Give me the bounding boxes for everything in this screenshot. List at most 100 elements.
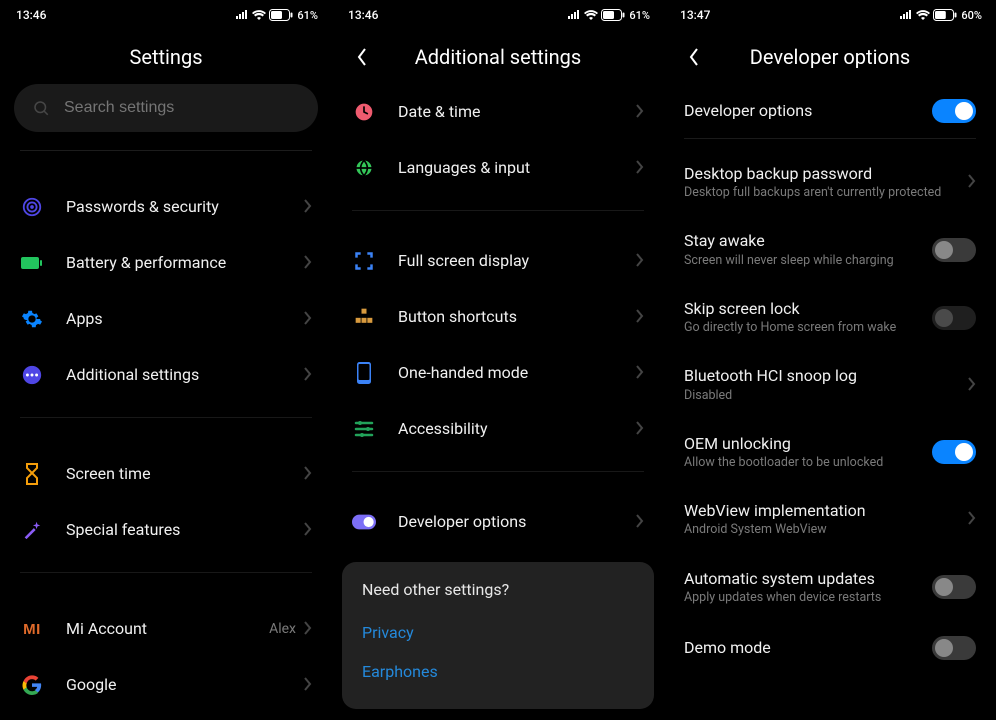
status-battery: 61% [629, 9, 650, 22]
page-title: Additional settings [332, 45, 664, 69]
toggle-skip-lock [932, 306, 976, 330]
chevron-right-icon [968, 376, 976, 395]
row-subtitle: Desktop full backups aren't currently pr… [684, 185, 968, 201]
settings-row-battery[interactable]: Battery & performance [0, 235, 332, 291]
dev-row-demo[interactable]: Demo mode [664, 621, 996, 675]
card-link-privacy[interactable]: Privacy [362, 613, 634, 652]
toggle-icon [352, 510, 376, 534]
card-link-earphones[interactable]: Earphones [362, 652, 634, 691]
target-icon [20, 195, 44, 219]
settings-row-buttons[interactable]: Button shortcuts [332, 289, 664, 345]
pane-developer-options: 13:47 60% Developer options Developer op… [664, 0, 996, 720]
status-icons [899, 9, 957, 21]
row-label: Accessibility [398, 419, 636, 439]
card-title: Need other settings? [362, 580, 634, 599]
row-label: Desktop backup password [684, 164, 968, 183]
toggle-oem[interactable] [932, 440, 976, 464]
chevron-right-icon [636, 364, 644, 383]
dev-row-stay-awake[interactable]: Stay awake Screen will never sleep while… [664, 216, 996, 283]
row-subtitle: Apply updates when device restarts [684, 590, 932, 606]
row-label: Languages & input [398, 158, 636, 178]
dots-icon [20, 363, 44, 387]
settings-row-apps[interactable]: Apps [0, 291, 332, 347]
back-button[interactable] [352, 47, 372, 67]
status-bar: 13:47 60% [664, 0, 996, 30]
row-subtitle: Disabled [684, 388, 968, 404]
row-subtitle: Allow the bootloader to be unlocked [684, 455, 932, 471]
chevron-right-icon [304, 310, 312, 329]
settings-row-special[interactable]: Special features [0, 502, 332, 558]
blocks-icon [352, 305, 376, 329]
chevron-right-icon [304, 676, 312, 695]
corners-icon [352, 249, 376, 273]
pane-settings: 13:46 61% Settings Passwords & security [0, 0, 332, 720]
chevron-right-icon [304, 521, 312, 540]
chevron-right-icon [968, 510, 976, 529]
other-settings-card: Need other settings? PrivacyEarphones [342, 562, 654, 709]
chevron-right-icon [636, 513, 644, 532]
battery-icon [20, 251, 44, 275]
chevron-right-icon [636, 252, 644, 271]
row-label: OEM unlocking [684, 434, 932, 453]
chevron-right-icon [304, 465, 312, 484]
toggle-dev-master[interactable] [932, 99, 976, 123]
back-button[interactable] [684, 47, 704, 67]
chevron-right-icon [636, 159, 644, 178]
status-bar: 13:46 61% [332, 0, 664, 30]
toggle-stay-awake[interactable] [932, 238, 976, 262]
settings-row-fullscreen[interactable]: Full screen display [332, 233, 664, 289]
dev-row-auto-update[interactable]: Automatic system updates Apply updates w… [664, 554, 996, 621]
settings-row-datetime[interactable]: Date & time [332, 84, 664, 140]
row-label: Mi Account [66, 619, 269, 639]
sliders-icon [352, 417, 376, 441]
settings-row-mi-account[interactable]: MI Mi Account Alex [0, 601, 332, 657]
row-label: Stay awake [684, 231, 932, 250]
settings-row-screentime[interactable]: Screen time [0, 446, 332, 502]
wand-icon [20, 518, 44, 542]
toggle-demo[interactable] [932, 636, 976, 660]
row-label: Developer options [684, 101, 932, 120]
row-subtitle: Android System WebView [684, 522, 968, 538]
hourglass-icon [20, 462, 44, 486]
row-label: Automatic system updates [684, 569, 932, 588]
search-box[interactable] [14, 84, 318, 132]
row-subtitle: Screen will never sleep while charging [684, 253, 932, 269]
row-label: Full screen display [398, 251, 636, 271]
row-label: Battery & performance [66, 253, 304, 273]
settings-row-lang[interactable]: Languages & input [332, 140, 664, 196]
dev-row-webview[interactable]: WebView implementation Android System We… [664, 486, 996, 553]
chevron-right-icon [304, 366, 312, 385]
dev-row-desktop-backup[interactable]: Desktop backup password Desktop full bac… [664, 149, 996, 216]
dev-row-dev-master[interactable]: Developer options [664, 84, 996, 138]
settings-row-additional[interactable]: Additional settings [0, 347, 332, 403]
search-icon [32, 99, 50, 117]
row-label: Special features [66, 520, 304, 540]
settings-row-dev[interactable]: Developer options [332, 494, 664, 550]
toggle-auto-update[interactable] [932, 575, 976, 599]
dev-row-bt-snoop[interactable]: Bluetooth HCI snoop log Disabled [664, 351, 996, 418]
chevron-right-icon [304, 198, 312, 217]
chevron-right-icon [304, 254, 312, 273]
page-title: Developer options [664, 45, 996, 69]
status-battery: 60% [961, 9, 982, 22]
row-trail-text: Alex [269, 621, 296, 637]
row-label: Google [66, 675, 304, 695]
settings-row-passwords[interactable]: Passwords & security [0, 179, 332, 235]
chevron-right-icon [636, 103, 644, 122]
row-label: Bluetooth HCI snoop log [684, 366, 968, 385]
dev-row-oem[interactable]: OEM unlocking Allow the bootloader to be… [664, 419, 996, 486]
settings-row-onehand[interactable]: One-handed mode [332, 345, 664, 401]
row-label: WebView implementation [684, 501, 968, 520]
row-label: Additional settings [66, 365, 304, 385]
gear-icon [20, 307, 44, 331]
settings-row-google[interactable]: Google [0, 657, 332, 713]
clock-icon [352, 100, 376, 124]
status-time: 13:46 [16, 8, 46, 22]
status-bar: 13:46 61% [0, 0, 332, 30]
row-label: One-handed mode [398, 363, 636, 383]
settings-row-a11y[interactable]: Accessibility [332, 401, 664, 457]
search-input[interactable] [64, 99, 300, 117]
chevron-right-icon [636, 420, 644, 439]
row-label: Button shortcuts [398, 307, 636, 327]
row-label: Demo mode [684, 638, 932, 657]
